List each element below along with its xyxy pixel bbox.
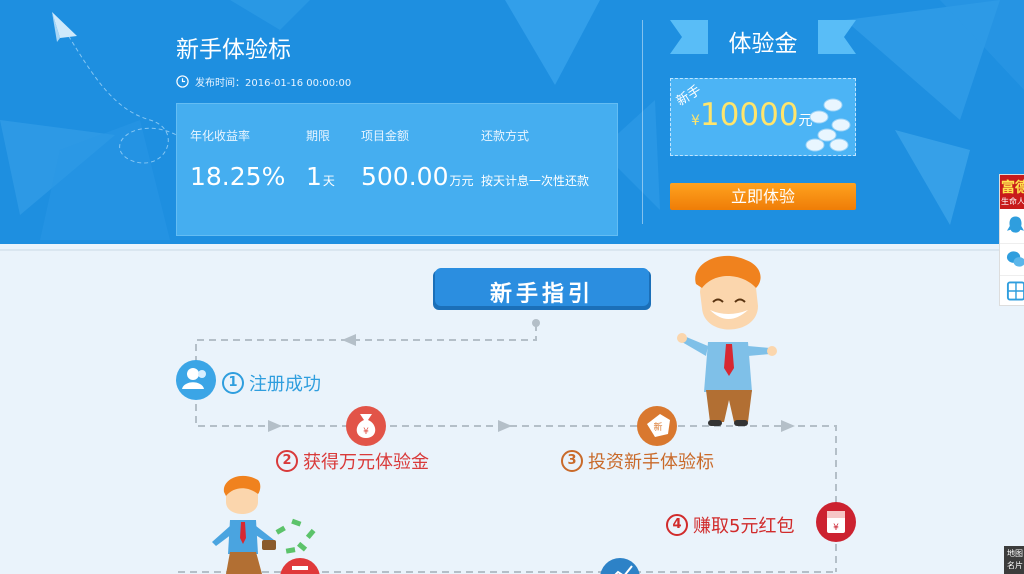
amount-value: 500.00万元 — [361, 162, 474, 191]
coins-icon — [805, 98, 851, 152]
publish-time: 发布时间：2016-01-16 00:00:00 — [176, 74, 351, 89]
cartoon-man-illustration — [677, 255, 777, 426]
bonus-coupon: 新手 ¥10000元 — [670, 78, 856, 156]
wechat-button[interactable] — [1000, 243, 1024, 273]
svg-text:新: 新 — [653, 421, 662, 433]
term-value: 1天 — [306, 162, 335, 191]
calculator-button[interactable] — [1000, 275, 1024, 305]
floating-sidebar: 富德 生命人寿 — [999, 174, 1024, 306]
red-packet-icon: ¥ — [816, 502, 856, 542]
step-register-success: 1 注册成功 — [222, 370, 321, 396]
step-number: 4 — [666, 514, 688, 536]
term-label: 期限 — [306, 129, 331, 143]
svg-text:¥: ¥ — [363, 427, 369, 437]
money-bag-icon: ¥ — [346, 406, 386, 446]
hero-section: 新手体验标 发布时间：2016-01-16 00:00:00 年化收益率 18.… — [0, 0, 1024, 244]
step-number: 3 — [561, 450, 583, 472]
user-icon — [176, 360, 216, 400]
amount-label: 项目金额 — [361, 129, 410, 143]
step-label: 投资新手体验标 — [588, 452, 714, 473]
svg-text:¥: ¥ — [833, 523, 839, 533]
step-earn-red-packet: 4 赚取5元红包 — [666, 512, 794, 538]
step-label: 注册成功 — [249, 374, 321, 395]
map-card-tab[interactable]: 地图 名片 — [1004, 546, 1024, 574]
coupon-amount: ¥10000元 — [691, 97, 813, 133]
guide-banner: 新手指引 — [433, 268, 651, 312]
step-label: 赚取5元红包 — [693, 516, 795, 537]
newbie-guide-section: ¥ 新 ¥ 新手指引 1 注册成功 2 获得万元体验金 3 投资新手体验标 4 … — [0, 244, 1024, 574]
clock-icon — [176, 75, 189, 88]
annual-yield-label: 年化收益率 — [190, 129, 251, 143]
step-label: 获得万元体验金 — [303, 452, 429, 473]
step-get-bonus: 2 获得万元体验金 — [276, 448, 429, 474]
wechat-icon — [1006, 250, 1024, 267]
price-tag-icon: 新 — [637, 406, 677, 446]
hero-divider — [642, 20, 643, 224]
repayment-value: 按天计息一次性还款 — [481, 174, 590, 188]
step-number: 1 — [222, 372, 244, 394]
annual-yield-value: 18.25% — [190, 162, 286, 191]
step-number: 2 — [276, 450, 298, 472]
guide-title: 新手指引 — [489, 282, 594, 307]
publish-time-text: 发布时间：2016-01-16 00:00:00 — [195, 78, 352, 89]
qq-button[interactable] — [1000, 211, 1024, 241]
qq-icon — [1006, 216, 1024, 233]
paper-plane-icon — [52, 12, 77, 42]
try-now-button[interactable]: 立即体验 — [670, 183, 856, 210]
partial-step-icon-chart — [600, 558, 640, 574]
bonus-ribbon: 体验金 — [670, 20, 856, 57]
project-stats-panel: 年化收益率 18.25% 期限 1天 项目金额 500.00万元 还款方式 按天… — [176, 103, 618, 236]
repayment-label: 还款方式 — [481, 129, 530, 143]
calculator-icon — [1006, 281, 1024, 300]
step-invest: 3 投资新手体验标 — [561, 448, 714, 474]
project-title: 新手体验标 — [176, 37, 291, 63]
brand-logo[interactable]: 富德 生命人寿 — [1000, 175, 1024, 209]
bonus-title: 体验金 — [728, 31, 798, 57]
